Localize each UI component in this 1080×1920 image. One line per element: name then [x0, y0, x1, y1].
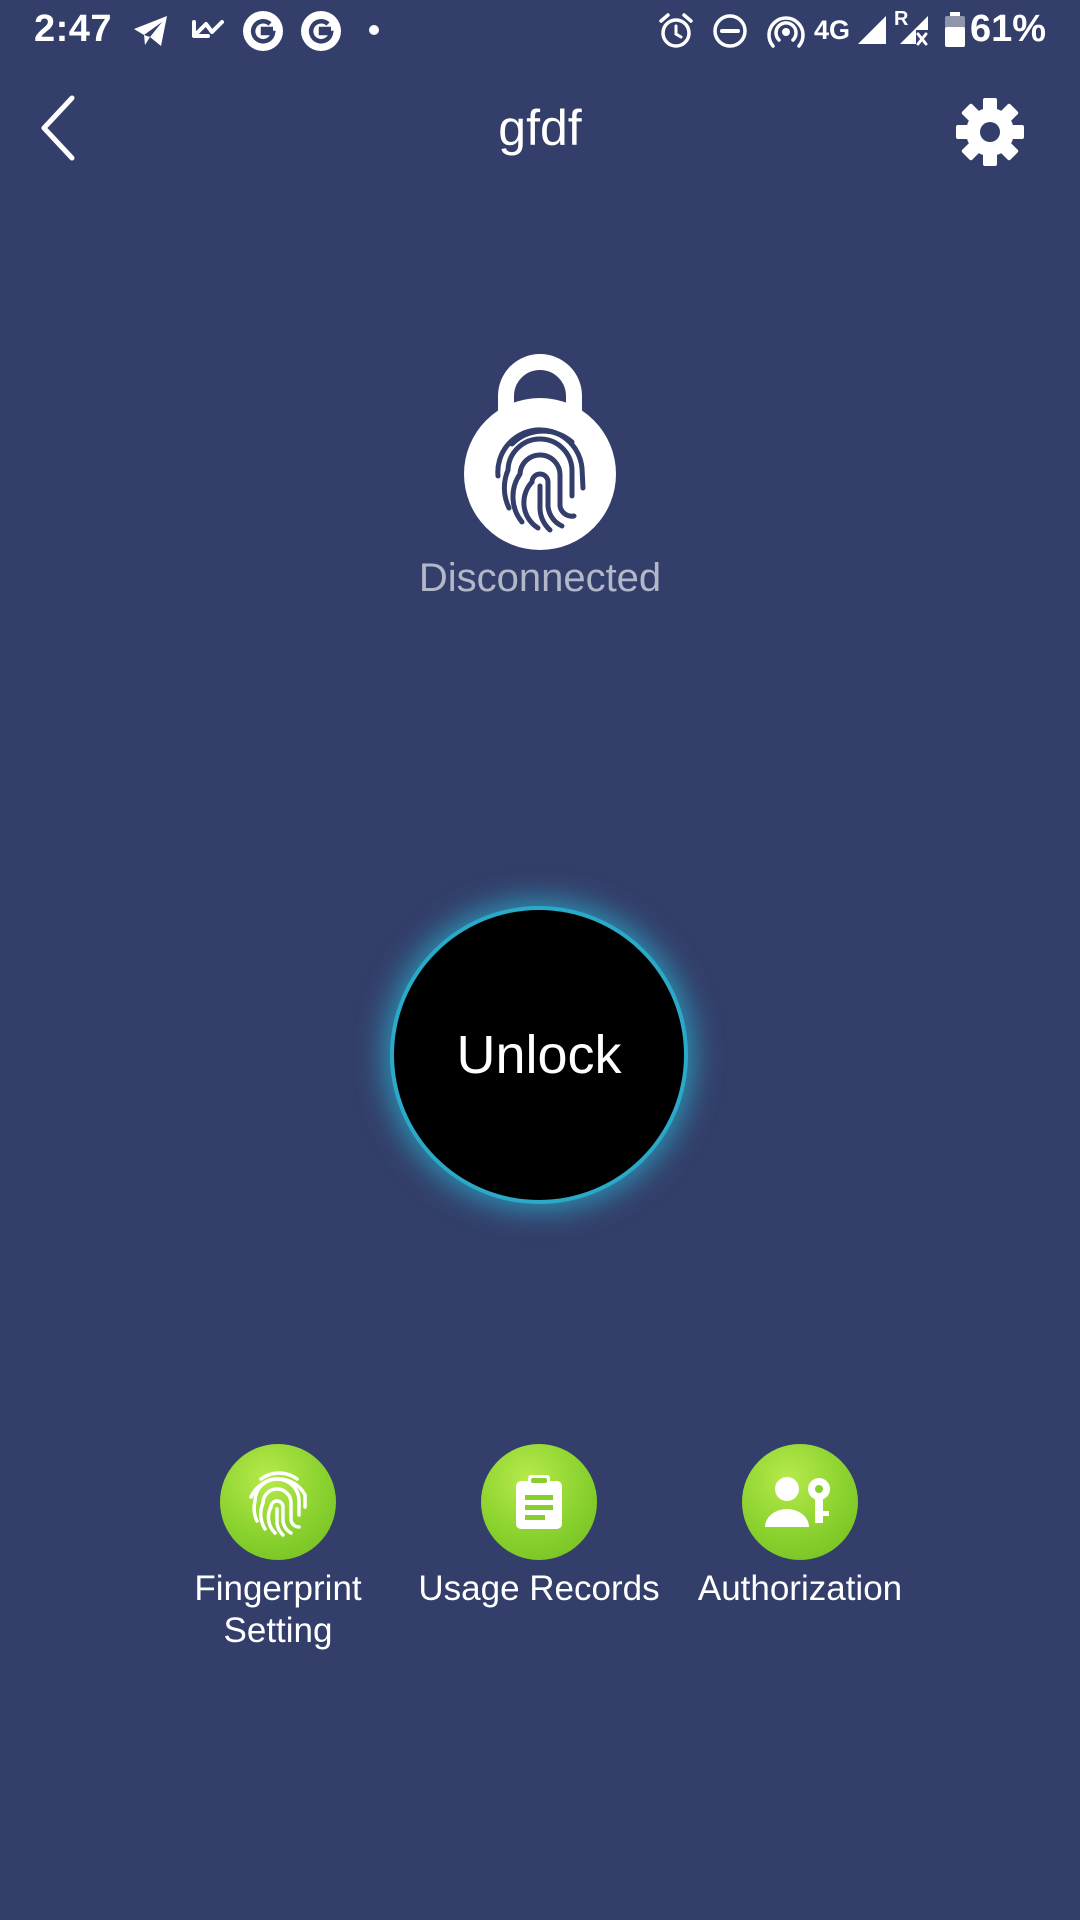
- authorization-label: Authorization: [697, 1569, 903, 1608]
- fingerprint-icon: [249, 1471, 307, 1537]
- status-bar: 2:47 4G R 61%: [0, 0, 1080, 62]
- dot-icon: [369, 25, 379, 35]
- unlock-button[interactable]: Unlock: [394, 910, 684, 1200]
- padlock-fingerprint-icon: [464, 354, 616, 550]
- usage-records-label: Usage Records: [418, 1569, 660, 1608]
- fingerprint-setting-label: Fingerprint Setting: [194, 1569, 362, 1650]
- usage-records-circle: [481, 1444, 597, 1560]
- google-icon: [243, 11, 283, 51]
- unlock-label: Unlock: [456, 1025, 622, 1085]
- signal-roaming-icon: [900, 16, 928, 46]
- connection-status: Disconnected: [418, 556, 662, 600]
- status-time: 2:47: [34, 8, 113, 50]
- alarm-icon: [659, 13, 693, 48]
- gear-icon: [956, 98, 1024, 166]
- google-icon: [301, 11, 341, 51]
- authorization-button[interactable]: Authorization: [670, 1444, 930, 1610]
- settings-button[interactable]: [950, 92, 1030, 172]
- page-title: gfdf: [498, 100, 582, 156]
- battery-percentage: 61%: [969, 8, 1046, 50]
- telegram-icon: [134, 16, 167, 46]
- usage-records-button[interactable]: Usage Records: [409, 1444, 669, 1610]
- missed-call-icon: [192, 20, 224, 38]
- signal-icon: [858, 16, 886, 44]
- fingerprint-setting-circle: [220, 1444, 336, 1560]
- battery-icon: [945, 12, 965, 47]
- network-type: 4G: [814, 15, 851, 45]
- do-not-disturb-icon: [713, 14, 747, 48]
- hotspot-icon: [767, 16, 805, 48]
- user-key-icon: [765, 1477, 830, 1527]
- clipboard-icon: [516, 1475, 562, 1529]
- fingerprint-setting-button[interactable]: Fingerprint Setting: [148, 1444, 408, 1652]
- authorization-circle: [742, 1444, 858, 1560]
- back-button[interactable]: [30, 90, 90, 166]
- chevron-left-icon: [41, 95, 75, 161]
